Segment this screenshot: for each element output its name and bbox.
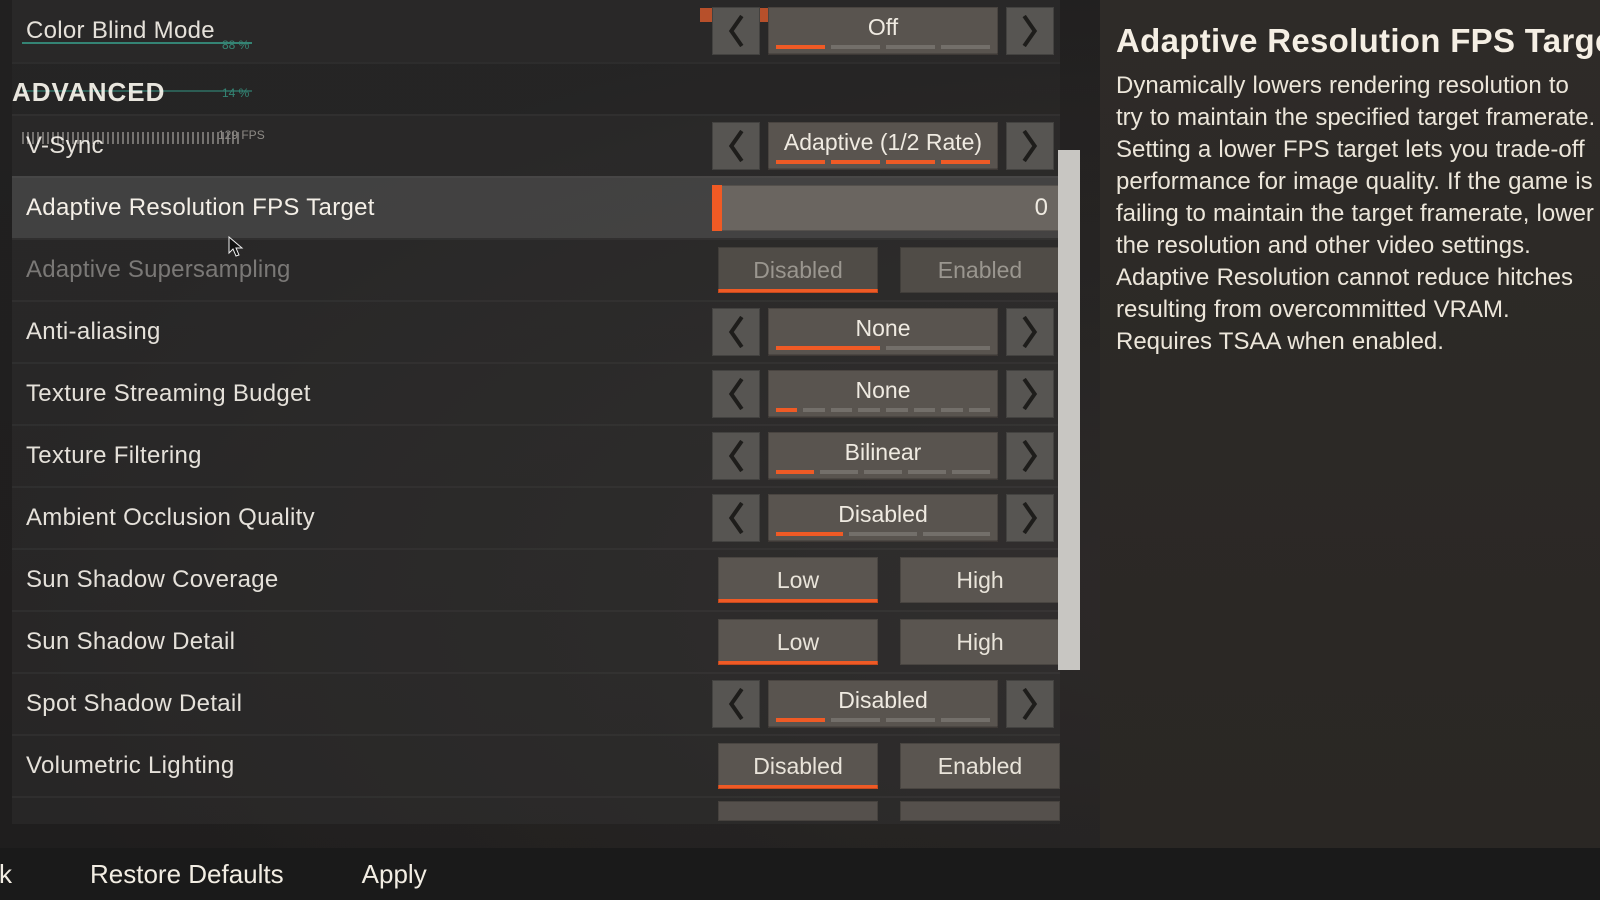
- row-texture-streaming-budget: Texture Streaming Budget None: [12, 362, 1060, 424]
- label-sun-shadow-coverage: Sun Shadow Coverage: [26, 566, 712, 594]
- row-adaptive-supersampling: Adaptive Supersampling Disabled Enabled: [12, 238, 1060, 300]
- row-anti-aliasing: Anti-aliasing None: [12, 300, 1060, 362]
- row-ambient-occlusion: Ambient Occlusion Quality Disabled: [12, 486, 1060, 548]
- row-volumetric-lighting: Volumetric Lighting Disabled Enabled: [12, 734, 1060, 796]
- prev-arrow-icon[interactable]: [712, 494, 760, 542]
- row-adaptive-resolution-fps-target: Adaptive Resolution FPS Target 0: [12, 176, 1060, 238]
- row-vsync: V-Sync Adaptive (1/2 Rate): [12, 114, 1060, 176]
- toggle-option[interactable]: High: [900, 619, 1060, 665]
- label-adaptive-supersampling: Adaptive Supersampling: [26, 256, 712, 284]
- slider-adaptive-resolution[interactable]: 0: [712, 185, 1060, 231]
- value-texture-filtering[interactable]: Bilinear: [768, 432, 999, 480]
- toggle-option[interactable]: [900, 801, 1060, 821]
- toggle-option[interactable]: Low: [718, 619, 878, 665]
- prev-arrow-icon[interactable]: [712, 308, 760, 356]
- label-texture-filtering: Texture Filtering: [26, 442, 712, 470]
- next-arrow-icon[interactable]: [1006, 308, 1054, 356]
- prev-arrow-icon[interactable]: [712, 7, 760, 55]
- label-spot-shadow-detail: Spot Shadow Detail: [26, 690, 712, 718]
- toggle-option: Enabled: [900, 247, 1060, 293]
- label-vsync: V-Sync: [26, 132, 712, 160]
- slider-value: 0: [1035, 194, 1048, 222]
- row-spot-shadow-detail: Spot Shadow Detail Disabled: [12, 672, 1060, 734]
- prev-arrow-icon[interactable]: [712, 370, 760, 418]
- scrollbar[interactable]: [1058, 150, 1080, 670]
- next-arrow-icon[interactable]: [1006, 122, 1054, 170]
- info-body: Dynamically lowers rendering resolution …: [1116, 70, 1596, 358]
- prev-arrow-icon[interactable]: [712, 680, 760, 728]
- toggle-option[interactable]: Low: [718, 557, 878, 603]
- label-texture-budget: Texture Streaming Budget: [26, 380, 712, 408]
- value-texture-budget[interactable]: None: [768, 370, 999, 418]
- value-color-blind-mode[interactable]: Off: [768, 7, 999, 55]
- next-arrow-icon[interactable]: [1006, 432, 1054, 480]
- label-adaptive-resolution: Adaptive Resolution FPS Target: [26, 194, 712, 222]
- row-sun-shadow-detail: Sun Shadow Detail Low High: [12, 610, 1060, 672]
- toggle-option[interactable]: [718, 801, 878, 821]
- row-sun-shadow-coverage: Sun Shadow Coverage Low High: [12, 548, 1060, 610]
- prev-arrow-icon[interactable]: [712, 432, 760, 480]
- value-anti-aliasing[interactable]: None: [768, 308, 999, 356]
- label-color-blind-mode: Color Blind Mode: [26, 17, 712, 45]
- info-panel: Adaptive Resolution FPS Target Dynamical…: [1100, 0, 1600, 848]
- prev-arrow-icon[interactable]: [712, 122, 760, 170]
- footer-apply[interactable]: Apply: [362, 859, 427, 890]
- next-arrow-icon[interactable]: [1006, 7, 1054, 55]
- footer: ck Restore Defaults Apply: [0, 848, 1600, 900]
- toggle-option[interactable]: Enabled: [900, 743, 1060, 789]
- info-title: Adaptive Resolution FPS Target: [1116, 22, 1596, 60]
- row-texture-filtering: Texture Filtering Bilinear: [12, 424, 1060, 486]
- toggle-option[interactable]: High: [900, 557, 1060, 603]
- value-vsync[interactable]: Adaptive (1/2 Rate): [768, 122, 999, 170]
- settings-list: Color Blind Mode Off ADVANCED V-Sync Ada…: [12, 0, 1060, 848]
- row-color-blind-mode: Color Blind Mode Off: [12, 0, 1060, 62]
- label-anti-aliasing: Anti-aliasing: [26, 318, 712, 346]
- footer-back[interactable]: ck: [0, 859, 12, 890]
- label-sun-shadow-detail: Sun Shadow Detail: [26, 628, 712, 656]
- next-arrow-icon[interactable]: [1006, 370, 1054, 418]
- footer-restore[interactable]: Restore Defaults: [90, 859, 284, 890]
- value-spot-shadow-detail[interactable]: Disabled: [768, 680, 999, 728]
- slider-handle[interactable]: [712, 185, 722, 231]
- next-arrow-icon[interactable]: [1006, 494, 1054, 542]
- toggle-option[interactable]: Disabled: [718, 743, 878, 789]
- next-arrow-icon[interactable]: [1006, 680, 1054, 728]
- row-clipped: [12, 796, 1060, 824]
- label-volumetric-lighting: Volumetric Lighting: [26, 752, 712, 780]
- value-ambient-occlusion[interactable]: Disabled: [768, 494, 999, 542]
- toggle-option: Disabled: [718, 247, 878, 293]
- scrollbar-thumb[interactable]: [1058, 150, 1080, 670]
- section-advanced: ADVANCED: [12, 62, 1060, 114]
- label-ambient-occlusion: Ambient Occlusion Quality: [26, 504, 712, 532]
